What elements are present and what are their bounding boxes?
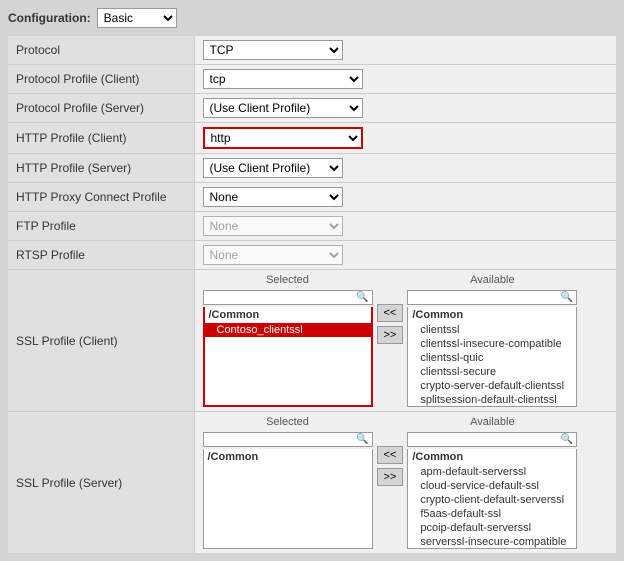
search-icon-server-available: 🔍 bbox=[561, 434, 573, 445]
ssl-client-available-item-6[interactable]: splitsession-default-clientssl bbox=[408, 393, 576, 407]
form-table: Protocol TCP UDP SCTP Protocol Profile (… bbox=[8, 36, 616, 553]
ssl-server-available-section: Available 🔍 /Common apm-default-serverss… bbox=[407, 416, 577, 549]
rtsp-profile-row: RTSP Profile None bbox=[8, 241, 616, 270]
http-profile-server-label: HTTP Profile (Server) bbox=[8, 154, 194, 183]
ssl-server-selected-group: /Common bbox=[204, 449, 372, 465]
ssl-server-arrows: << >> bbox=[377, 416, 404, 486]
ssl-client-row: SSL Profile (Client) Selected 🔍 /Common … bbox=[8, 270, 616, 412]
protocol-profile-server-value: (Use Client Profile) bbox=[194, 94, 616, 123]
ftp-profile-label: FTP Profile bbox=[8, 212, 194, 241]
http-profile-client-value: http None bbox=[194, 123, 616, 154]
ssl-client-arrows: << >> bbox=[377, 274, 404, 344]
rtsp-profile-select[interactable]: None bbox=[203, 245, 343, 265]
rtsp-profile-value: None bbox=[194, 241, 616, 270]
ssl-client-available-item-4[interactable]: clientssl-secure bbox=[408, 365, 576, 379]
ssl-client-label: SSL Profile (Client) bbox=[8, 270, 194, 412]
ssl-client-available-listbox[interactable]: /Common clientssl clientssl-insecure-com… bbox=[407, 307, 577, 407]
ssl-server-move-right-button[interactable]: >> bbox=[377, 468, 404, 486]
protocol-profile-client-label: Protocol Profile (Client) bbox=[8, 65, 194, 94]
ssl-client-selected-listbox[interactable]: /Common Contoso_clientssl bbox=[203, 307, 373, 407]
ssl-client-lists: Selected 🔍 /Common Contoso_clientssl bbox=[194, 270, 616, 412]
protocol-row: Protocol TCP UDP SCTP bbox=[8, 36, 616, 65]
ssl-server-dual-list: Selected 🔍 /Common << >> bbox=[203, 416, 609, 549]
ssl-client-available-item-2[interactable]: clientssl-insecure-compatible bbox=[408, 337, 576, 351]
protocol-value: TCP UDP SCTP bbox=[194, 36, 616, 65]
http-proxy-row: HTTP Proxy Connect Profile None bbox=[8, 183, 616, 212]
config-select[interactable]: Basic Advanced bbox=[97, 8, 177, 28]
search-icon-available: 🔍 bbox=[561, 292, 573, 303]
ssl-client-selected-item-contoso[interactable]: Contoso_clientssl bbox=[205, 323, 371, 337]
ssl-server-available-search[interactable]: 🔍 bbox=[407, 432, 577, 447]
http-proxy-select[interactable]: None bbox=[203, 187, 343, 207]
ftp-profile-row: FTP Profile None bbox=[8, 212, 616, 241]
http-profile-client-select[interactable]: http None bbox=[203, 127, 363, 149]
protocol-profile-server-row: Protocol Profile (Server) (Use Client Pr… bbox=[8, 94, 616, 123]
protocol-select[interactable]: TCP UDP SCTP bbox=[203, 40, 343, 60]
http-profile-server-value: (Use Client Profile) bbox=[194, 154, 616, 183]
ssl-server-available-item-4[interactable]: f5aas-default-ssl bbox=[408, 507, 576, 521]
ssl-client-available-item-1[interactable]: clientssl bbox=[408, 323, 576, 337]
protocol-profile-client-value: tcp bbox=[194, 65, 616, 94]
rtsp-profile-label: RTSP Profile bbox=[8, 241, 194, 270]
ssl-server-available-item-6[interactable]: serverssl-insecure-compatible bbox=[408, 535, 576, 549]
ssl-server-selected-search[interactable]: 🔍 bbox=[203, 432, 373, 447]
ssl-client-available-item-3[interactable]: clientssl-quic bbox=[408, 351, 576, 365]
config-header: Configuration: Basic Advanced bbox=[8, 8, 616, 28]
ssl-client-available-header: Available bbox=[407, 274, 577, 286]
ssl-server-lists: Selected 🔍 /Common << >> bbox=[194, 412, 616, 554]
ssl-client-selected-header: Selected bbox=[203, 274, 373, 286]
protocol-profile-server-select[interactable]: (Use Client Profile) bbox=[203, 98, 363, 118]
ftp-profile-value: None bbox=[194, 212, 616, 241]
http-profile-server-select[interactable]: (Use Client Profile) bbox=[203, 158, 343, 178]
ssl-client-available-search[interactable]: 🔍 bbox=[407, 290, 577, 305]
ssl-server-available-group: /Common bbox=[408, 449, 576, 465]
ssl-server-available-item-3[interactable]: crypto-client-default-serverssl bbox=[408, 493, 576, 507]
http-profile-server-row: HTTP Profile (Server) (Use Client Profil… bbox=[8, 154, 616, 183]
http-profile-client-label: HTTP Profile (Client) bbox=[8, 123, 194, 154]
ssl-server-available-item-2[interactable]: cloud-service-default-ssl bbox=[408, 479, 576, 493]
ssl-server-available-listbox[interactable]: /Common apm-default-serverssl cloud-serv… bbox=[407, 449, 577, 549]
ssl-server-available-item-1[interactable]: apm-default-serverssl bbox=[408, 465, 576, 479]
ssl-client-move-right-button[interactable]: >> bbox=[377, 326, 404, 344]
ssl-client-selected-search[interactable]: 🔍 bbox=[203, 290, 373, 305]
ssl-server-available-header: Available bbox=[407, 416, 577, 428]
ssl-server-selected-section: Selected 🔍 /Common bbox=[203, 416, 373, 549]
config-label: Configuration: bbox=[8, 11, 91, 25]
ssl-client-dual-list: Selected 🔍 /Common Contoso_clientssl bbox=[203, 274, 609, 407]
main-container: Configuration: Basic Advanced Protocol T… bbox=[0, 0, 624, 561]
protocol-label: Protocol bbox=[8, 36, 194, 65]
ssl-server-selected-header: Selected bbox=[203, 416, 373, 428]
ssl-server-selected-listbox[interactable]: /Common bbox=[203, 449, 373, 549]
search-icon: 🔍 bbox=[356, 292, 368, 303]
ssl-server-label: SSL Profile (Server) bbox=[8, 412, 194, 554]
ssl-client-selected-section: Selected 🔍 /Common Contoso_clientssl bbox=[203, 274, 373, 407]
ssl-server-available-item-5[interactable]: pcoip-default-serverssl bbox=[408, 521, 576, 535]
ssl-client-move-left-button[interactable]: << bbox=[377, 304, 404, 322]
ssl-server-move-left-button[interactable]: << bbox=[377, 446, 404, 464]
search-icon-server-selected: 🔍 bbox=[356, 434, 368, 445]
protocol-profile-client-select[interactable]: tcp bbox=[203, 69, 363, 89]
http-proxy-label: HTTP Proxy Connect Profile bbox=[8, 183, 194, 212]
ssl-client-available-item-5[interactable]: crypto-server-default-clientssl bbox=[408, 379, 576, 393]
http-proxy-value: None bbox=[194, 183, 616, 212]
protocol-profile-server-label: Protocol Profile (Server) bbox=[8, 94, 194, 123]
ssl-client-available-group: /Common bbox=[408, 307, 576, 323]
protocol-profile-client-row: Protocol Profile (Client) tcp bbox=[8, 65, 616, 94]
ftp-profile-select[interactable]: None bbox=[203, 216, 343, 236]
http-profile-client-row: HTTP Profile (Client) http None bbox=[8, 123, 616, 154]
ssl-client-available-section: Available 🔍 /Common clientssl clientssl-… bbox=[407, 274, 577, 407]
ssl-server-row: SSL Profile (Server) Selected 🔍 /Common bbox=[8, 412, 616, 554]
ssl-client-selected-group: /Common bbox=[205, 307, 371, 323]
